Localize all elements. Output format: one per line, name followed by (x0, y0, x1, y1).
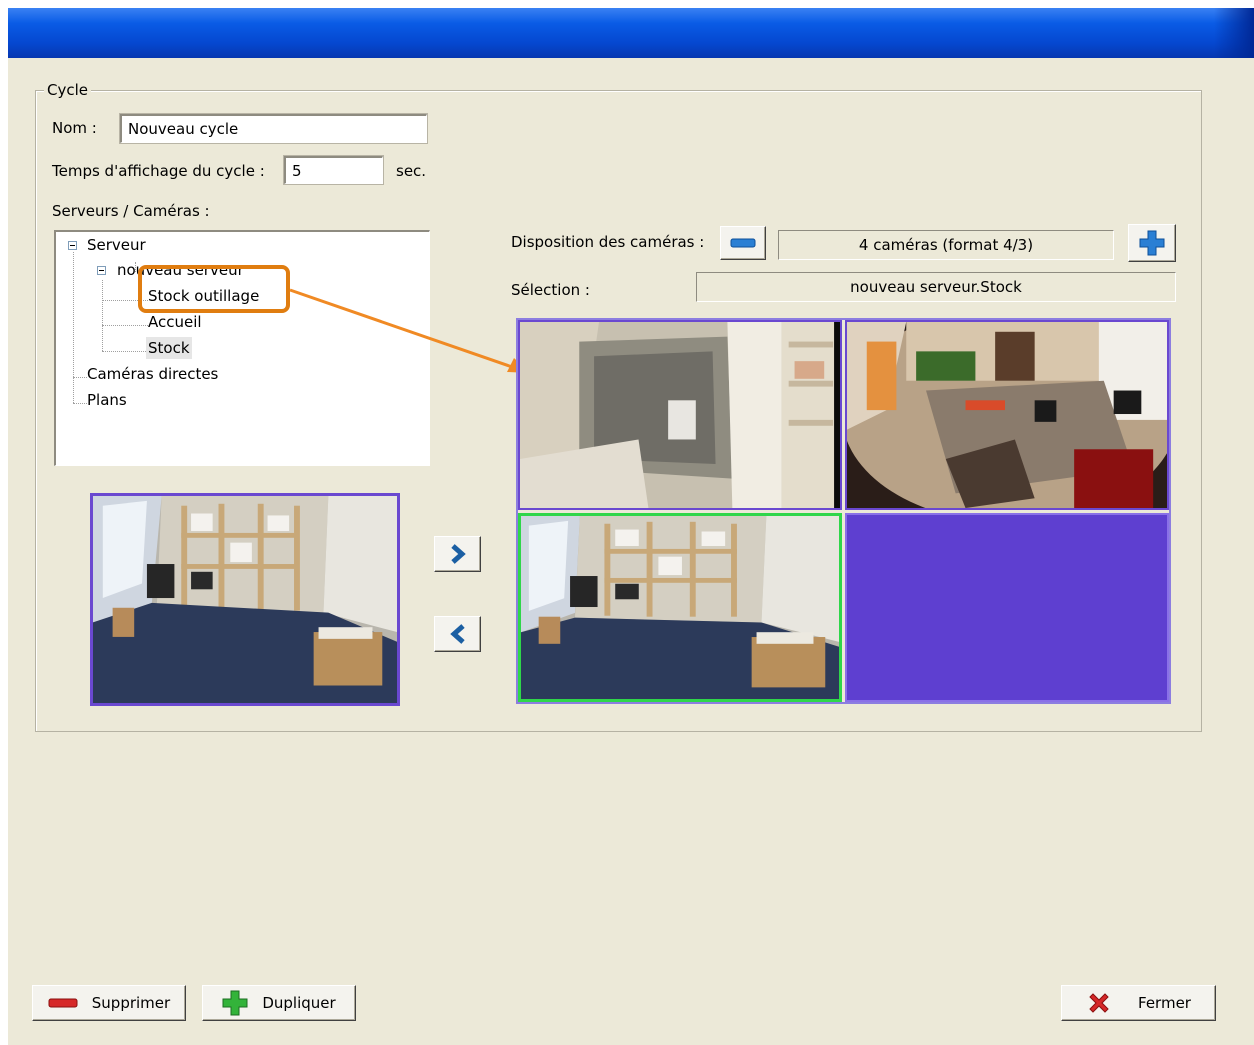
servers-label: Serveurs / Caméras : (52, 202, 210, 220)
accueil-image (847, 322, 1167, 508)
collapse-nouveau-serveur-icon[interactable] (97, 266, 106, 275)
duration-label: Temps d'affichage du cycle : (52, 162, 265, 180)
name-field[interactable]: Nouveau cycle (119, 113, 428, 144)
grid-cell-4-empty[interactable] (845, 513, 1169, 702)
chevron-left-icon (449, 624, 465, 644)
tree-item-server[interactable]: Serveur (85, 234, 148, 256)
remove-from-grid-button[interactable] (434, 616, 481, 652)
selection-value: nouveau serveur.Stock (696, 272, 1176, 302)
decrease-cameras-button[interactable] (720, 226, 766, 260)
name-label: Nom : (52, 119, 97, 137)
camera-preview (90, 493, 400, 706)
plus-icon (1139, 230, 1165, 256)
stock-room-image (93, 496, 397, 703)
chevron-right-icon (450, 544, 466, 564)
collapse-server-icon[interactable] (68, 241, 77, 250)
duplicate-button-label: Dupliquer (262, 994, 336, 1012)
red-x-icon (1089, 993, 1109, 1013)
title-bar[interactable] (8, 8, 1254, 58)
layout-value: 4 caméras (format 4/3) (778, 230, 1114, 260)
tree-item-cameras-directes[interactable]: Caméras directes (85, 363, 220, 385)
stock-image (521, 516, 839, 699)
grid-cell-1[interactable] (518, 320, 842, 510)
grid-cell-2[interactable] (845, 320, 1169, 510)
duplicate-button[interactable]: Dupliquer (202, 985, 356, 1021)
layout-label: Disposition des caméras : (511, 233, 705, 251)
tree-item-plans[interactable]: Plans (85, 389, 129, 411)
duration-field[interactable]: 5 (283, 155, 384, 185)
minus-icon (730, 238, 756, 248)
delete-button[interactable]: Supprimer (32, 985, 186, 1021)
green-plus-icon (222, 990, 248, 1016)
camera-grid (516, 318, 1171, 704)
duration-unit: sec. (396, 162, 427, 180)
red-bar-icon (48, 998, 78, 1008)
annotation-highlight-box (138, 265, 290, 313)
cycle-dialog: Cycle Nom : Nouveau cycle Temps d'affich… (8, 8, 1254, 1045)
close-button-label: Fermer (1138, 994, 1191, 1012)
stock-outillage-image (520, 322, 840, 508)
cycle-legend: Cycle (44, 81, 91, 99)
close-button[interactable]: Fermer (1061, 985, 1216, 1021)
increase-cameras-button[interactable] (1128, 224, 1176, 262)
tree-item-accueil[interactable]: Accueil (146, 311, 204, 333)
add-to-grid-button[interactable] (434, 536, 481, 572)
grid-cell-3[interactable] (518, 513, 842, 702)
selection-label: Sélection : (511, 281, 590, 299)
delete-button-label: Supprimer (91, 994, 171, 1012)
tree-item-stock[interactable]: Stock (146, 337, 192, 359)
